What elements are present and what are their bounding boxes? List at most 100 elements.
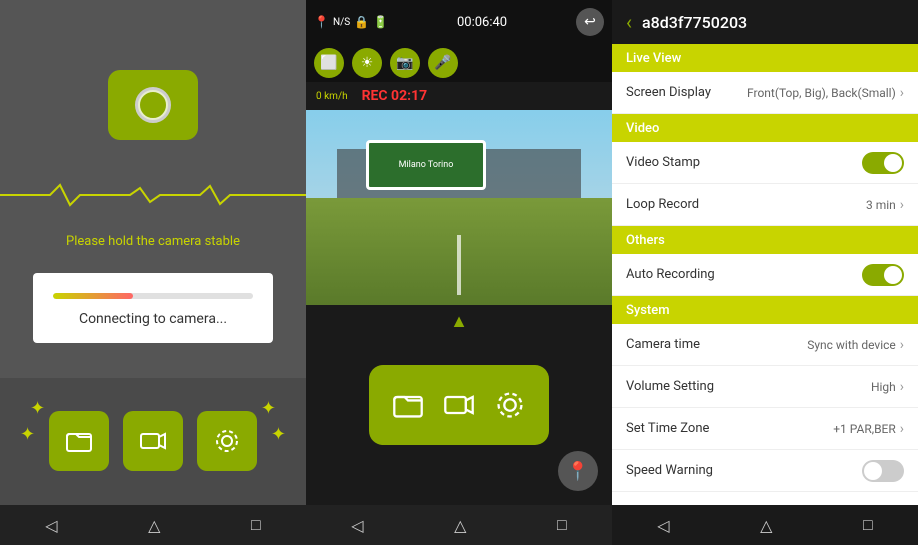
chevron-tz-icon: ›: [900, 421, 904, 437]
lock-icon: 🔒: [354, 15, 369, 29]
video-icon-btn[interactable]: [123, 411, 183, 471]
bottom-icon-row: [49, 411, 257, 471]
sparkle-icon-2: ✦: [261, 398, 276, 419]
progress-fill: [53, 293, 133, 299]
screen-display-row[interactable]: Screen Display Front(Top, Big), Back(Sma…: [612, 72, 918, 114]
panel-recording: 📍 N/S 🔒 🔋 00:06:40 ↩ ⬜ ☀ 📷 🎤 0 km/h REC …: [306, 0, 612, 545]
loop-record-value: 3 min ›: [866, 197, 904, 213]
video-stamp-toggle[interactable]: [862, 152, 904, 174]
gsensor-row[interactable]: Gsensor Open - Low sensitivity ›: [612, 492, 918, 505]
settings-list: Live View Screen Display Front(Top, Big)…: [612, 44, 918, 505]
volume-setting-row[interactable]: Volume Setting High ›: [612, 366, 918, 408]
others-title: Others: [626, 233, 665, 248]
home-nav-icon[interactable]: △: [148, 516, 160, 535]
camera-lens: [136, 88, 170, 122]
video-stamp-label: Video Stamp: [626, 155, 700, 170]
rec-bar: 0 km/h REC 02:17: [306, 82, 612, 110]
live-view-title: Live View: [626, 51, 681, 66]
gear-icon: [213, 427, 241, 455]
files-icon-btn[interactable]: [49, 411, 109, 471]
section-live-view: Live View: [612, 44, 918, 72]
settings-header: ‹ a8d3f7750203: [612, 0, 918, 44]
video-title: Video: [626, 121, 659, 136]
chevron-vol-icon: ›: [900, 379, 904, 395]
screen-display-label: Screen Display: [626, 85, 711, 100]
road-marking: [457, 235, 461, 295]
camera-view: Milano Torino: [306, 110, 612, 305]
section-video: Video: [612, 114, 918, 142]
chevron-camtime-icon: ›: [900, 337, 904, 353]
recent-nav-icon[interactable]: □: [251, 515, 261, 535]
video-stamp-row[interactable]: Video Stamp: [612, 142, 918, 184]
system-title: System: [626, 303, 670, 318]
panel1-bottom: ✦ ✦ ✦ ✦: [0, 378, 306, 506]
speed-warning-toggle[interactable]: [862, 460, 904, 482]
connecting-box: Connecting to camera...: [33, 273, 273, 343]
home-nav-2[interactable]: △: [454, 516, 466, 535]
speed-warning-label: Speed Warning: [626, 463, 713, 478]
nav-bar-panel1: ◁ △ □: [0, 505, 306, 545]
video-ctrl-icon: [443, 389, 475, 421]
camera-time-value: Sync with device ›: [807, 337, 904, 353]
rec-timer: REC 02:17: [362, 88, 428, 104]
timezone-row[interactable]: Set Time Zone +1 PAR,BER ›: [612, 408, 918, 450]
heartbeat-line: [0, 180, 306, 210]
panel2-header: 📍 N/S 🔒 🔋 00:06:40 ↩: [306, 0, 612, 44]
nav-bar-panel2: ◁ △ □: [306, 505, 612, 545]
folder-ctrl-icon: [392, 389, 424, 421]
speed-warning-row[interactable]: Speed Warning: [612, 450, 918, 492]
highway-sign: Milano Torino: [366, 140, 486, 190]
panel-settings: ‹ a8d3f7750203 Live View Screen Display …: [612, 0, 918, 545]
back-nav-2[interactable]: ◁: [351, 516, 363, 535]
time-display: 00:06:40: [457, 15, 507, 30]
auto-recording-row[interactable]: Auto Recording: [612, 254, 918, 296]
settings-icon-btn[interactable]: [197, 411, 257, 471]
screen-display-value: Front(Top, Big), Back(Small) ›: [747, 85, 904, 101]
sparkle-icon-1: ✦: [30, 398, 45, 419]
auto-recording-label: Auto Recording: [626, 267, 715, 282]
up-arrow-icon: ▲: [450, 311, 468, 332]
progress-bar: [53, 293, 253, 299]
files-ctrl-btn[interactable]: [386, 383, 430, 427]
section-others: Others: [612, 226, 918, 254]
video-ctrl-btn[interactable]: [437, 383, 481, 427]
volume-setting-label: Volume Setting: [626, 379, 714, 394]
chevron-right-icon: ›: [900, 85, 904, 101]
video-camera-icon: [139, 427, 167, 455]
device-id-text: a8d3f7750203: [642, 13, 747, 32]
brightness-btn[interactable]: ☀: [352, 48, 382, 78]
bottom-controls-bar: [369, 365, 549, 445]
back-arrow-icon[interactable]: ‹: [626, 10, 632, 34]
back-nav-icon[interactable]: ◁: [45, 516, 57, 535]
mic-btn[interactable]: 🎤: [428, 48, 458, 78]
loop-record-label: Loop Record: [626, 197, 699, 212]
location-icon: 📍: [314, 15, 329, 29]
hold-camera-text: Please hold the camera stable: [66, 234, 240, 249]
gps-btn[interactable]: 📍: [558, 451, 598, 491]
timezone-label: Set Time Zone: [626, 421, 709, 436]
panel2-bottom: ▲: [306, 305, 612, 505]
recent-nav-3[interactable]: □: [863, 515, 873, 535]
home-nav-3[interactable]: △: [760, 516, 772, 535]
gear-ctrl-icon: [494, 389, 526, 421]
screen-toggle-btn[interactable]: ⬜: [314, 48, 344, 78]
settings-ctrl-btn[interactable]: [488, 383, 532, 427]
folder-icon: [65, 427, 93, 455]
recent-nav-2[interactable]: □: [557, 515, 567, 535]
battery-icon: 🔋: [373, 15, 388, 29]
camera-icon-large: [108, 70, 198, 140]
loop-record-row[interactable]: Loop Record 3 min ›: [612, 184, 918, 226]
auto-recording-toggle[interactable]: [862, 264, 904, 286]
header-icon-group: 00:06:40: [457, 15, 507, 30]
section-system: System: [612, 296, 918, 324]
back-nav-3[interactable]: ◁: [657, 516, 669, 535]
camera-time-row[interactable]: Camera time Sync with device ›: [612, 324, 918, 366]
connecting-text: Connecting to camera...: [79, 311, 227, 327]
panel2-back-btn[interactable]: ↩: [576, 8, 604, 36]
sparkle-icon-3: ✦: [20, 424, 35, 445]
gps-status: N/S: [333, 17, 350, 28]
camera-switch-btn[interactable]: 📷: [390, 48, 420, 78]
camera-time-label: Camera time: [626, 337, 700, 352]
speed-display: 0 km/h: [316, 91, 348, 102]
top-controls: ⬜ ☀ 📷 🎤: [306, 44, 612, 82]
